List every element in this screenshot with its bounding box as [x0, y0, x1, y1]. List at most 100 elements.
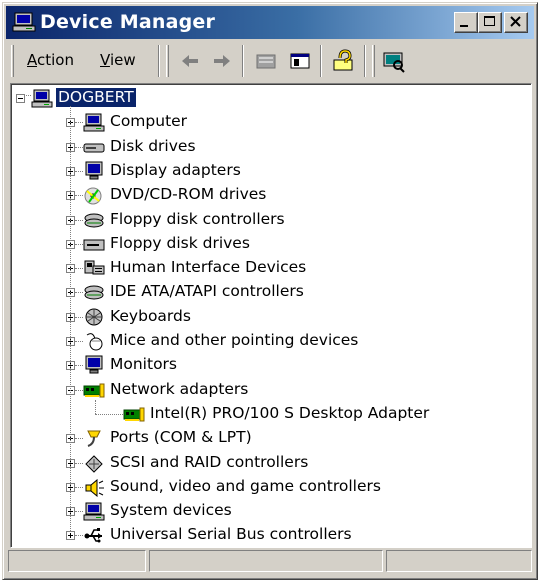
tree-category-display-adapters[interactable]: Display adapters [11, 159, 531, 183]
tree-connector-line [75, 462, 83, 464]
disk-drive-icon [83, 143, 105, 153]
usb-icon [84, 528, 102, 543]
floppy-drive-icon [83, 239, 105, 251]
tree-category-network-adapters[interactable]: Network adapters [11, 378, 531, 402]
tree-connector-line [75, 243, 83, 245]
tree-item-label: Disk drives [110, 136, 196, 155]
network-card-icon [83, 383, 105, 398]
title-bar[interactable]: Device Manager [6, 6, 534, 39]
monitor-icon [85, 161, 103, 180]
tree-item-label: Monitors [110, 355, 177, 374]
tree-item-label: Display adapters [110, 160, 241, 179]
menu-view-rest: iew [109, 51, 136, 69]
scsi-icon [85, 454, 103, 473]
tree-category-system-devices[interactable]: System devices [11, 499, 531, 523]
tree-connector-line [75, 195, 83, 197]
help-button[interactable] [330, 47, 358, 75]
tree-category-ide-ata-atapi-controllers[interactable]: IDE ATA/ATAPI controllers [11, 280, 531, 304]
toolbar-separator [242, 45, 244, 77]
tree-category-mice-and-other-pointing-devices[interactable]: Mice and other pointing devices [11, 329, 531, 353]
tree-item-label: SCSI and RAID controllers [110, 452, 309, 471]
tree-item-label: Floppy disk controllers [110, 209, 285, 228]
tree-category-floppy-disk-drives[interactable]: Floppy disk drives [11, 232, 531, 256]
toolbar-grip[interactable] [11, 45, 14, 77]
collapse-toggle-minus-icon[interactable] [16, 94, 25, 103]
tree-item-label: DOGBERT [56, 88, 136, 107]
tree-category-ports-com-lpt[interactable]: Ports (COM & LPT) [11, 426, 531, 450]
device-tree[interactable]: DOGBERT Computer Disk drives Display adapte… [10, 83, 532, 548]
maximize-button[interactable] [478, 12, 502, 33]
minimize-button[interactable] [454, 12, 478, 33]
tree-connector-line [75, 438, 83, 440]
toolbar-grip[interactable] [166, 45, 169, 77]
back-arrow-icon [182, 55, 198, 67]
tree-item-label: Intel(R) PRO/100 S Desktop Adapter [150, 403, 430, 422]
toolbar-grip[interactable] [372, 45, 375, 77]
computer-icon [83, 113, 105, 132]
tree-item-label: System devices [110, 501, 232, 520]
tree-item-label: Network adapters [110, 379, 249, 398]
up-level-button[interactable] [252, 47, 280, 75]
network-card-icon [123, 407, 145, 422]
tree-connector-line [75, 292, 83, 294]
tree-connector-line [75, 219, 83, 221]
tree-item-label: Floppy disk drives [110, 233, 250, 252]
help-icon [333, 49, 353, 71]
toolbar: Action View [6, 41, 534, 81]
hid-icon [84, 260, 105, 275]
tree-item-label: DVD/CD-ROM drives [110, 185, 267, 204]
monitor-icon [85, 355, 103, 374]
window-title: Device Manager [40, 11, 216, 33]
controller-icon [84, 213, 104, 227]
menu-action-rest: ction [37, 51, 74, 69]
back-button[interactable] [176, 47, 204, 75]
tree-connector-line [75, 486, 83, 488]
tree-category-human-interface-devices[interactable]: Human Interface Devices [11, 256, 531, 280]
tree-category-sound-video-and-game-controllers[interactable]: Sound, video and game controllers [11, 475, 531, 499]
tree-device-intel-r-pro-100-s-desktop-adapter[interactable]: Intel(R) PRO/100 S Desktop Adapter [11, 402, 531, 426]
tree-item-label: Human Interface Devices [110, 258, 307, 277]
device-manager-window: Device Manager Action View DOGBERT Compu… [2, 2, 538, 580]
tree-item-label: IDE ATA/ATAPI controllers [110, 282, 304, 301]
tree-connector-line [75, 365, 83, 367]
close-icon [510, 16, 521, 27]
controller-icon [84, 285, 104, 300]
tree-category-universal-serial-bus-controllers[interactable]: Universal Serial Bus controllers [11, 523, 531, 547]
show-hide-console-tree-button[interactable] [286, 47, 314, 75]
tree-connector-line [75, 389, 83, 391]
tree-connector-line [75, 122, 83, 124]
scan-for-hardware-button[interactable] [380, 47, 408, 75]
tree-connector-line [75, 170, 83, 172]
tree-item-label: Sound, video and game controllers [110, 476, 381, 495]
status-panel-1 [8, 550, 146, 572]
tree-root-dogbert[interactable]: DOGBERT [11, 86, 531, 110]
close-button[interactable] [504, 12, 528, 33]
tree-category-disk-drives[interactable]: Disk drives [11, 135, 531, 159]
tree-category-scsi-and-raid-controllers[interactable]: SCSI and RAID controllers [11, 451, 531, 475]
tree-category-monitors[interactable]: Monitors [11, 353, 531, 377]
tree-category-keyboards[interactable]: Keyboards [11, 305, 531, 329]
tree-connector-line [26, 95, 31, 96]
folder-up-icon [256, 54, 276, 69]
cdrom-icon [84, 187, 102, 205]
tree-connector-line [95, 413, 123, 415]
device-manager-icon [12, 12, 36, 32]
root-computer-icon [31, 89, 53, 108]
tree-category-dvd-cd-rom-drives[interactable]: DVD/CD-ROM drives [11, 183, 531, 207]
port-icon [87, 430, 101, 448]
tree-item-label: Mice and other pointing devices [110, 331, 359, 349]
forward-button[interactable] [208, 47, 236, 75]
console-tree-icon [290, 53, 310, 69]
menu-action-accel: A [27, 51, 37, 69]
menu-action[interactable]: Action [27, 51, 74, 69]
keyboard-icon [85, 308, 103, 326]
menu-view[interactable]: View [100, 51, 136, 69]
tree-connector-line [70, 106, 71, 532]
tree-item-label: Computer [110, 112, 188, 131]
tree-category-floppy-disk-controllers[interactable]: Floppy disk controllers [11, 208, 531, 232]
tree-item-label: Universal Serial Bus controllers [110, 525, 352, 544]
toolbar-separator [320, 45, 322, 77]
tree-category-computer[interactable]: Computer [11, 110, 531, 134]
toolbar-separator [364, 45, 366, 77]
expand-toggle-plus-icon[interactable] [66, 531, 75, 541]
